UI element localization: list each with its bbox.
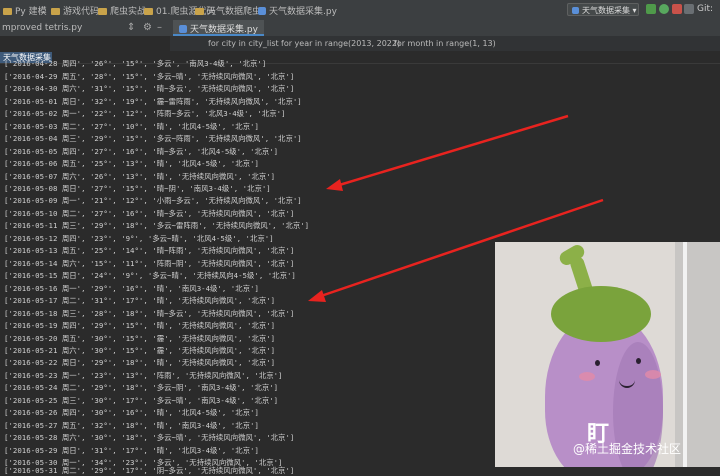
git-label[interactable]: Git:: [697, 4, 713, 14]
folder-icon: [195, 8, 204, 15]
console-line: ['2016-05-08 周日', '27°', '15°', '晴~阴', '…: [4, 184, 271, 193]
editor-tab-weather[interactable]: 天气数据采集.py: [173, 20, 264, 36]
console-line: ['2016-05-14 周六', '15°', '11°', '阵雨~阴', …: [4, 259, 295, 268]
console-line: ['2016-05-29 周日', '31°', '17°', '晴', '北风…: [4, 446, 259, 455]
project-panel-strip: [0, 36, 170, 51]
console-line: ['2016-05-01 周日', '32°', '19°', '霾~雷阵雨',…: [4, 97, 302, 106]
console-line: ['2016-05-02 周一', '22°', '12°', '阵雨~多云',…: [4, 109, 286, 118]
console-line: ['2016-05-27 周五', '32°', '18°', '晴', '南风…: [4, 421, 259, 430]
console-line: ['2016-05-03 周二', '27°', '10°', '晴', '北风…: [4, 122, 259, 131]
console-line: ['2016-05-24 周二', '29°', '18°', '多云~阴', …: [4, 383, 279, 392]
console-line: ['2016-05-15 周日', '24°', '9°', '多云~晴', '…: [4, 271, 296, 280]
nav-item-weather-file[interactable]: 天气数据采集.py: [258, 4, 337, 17]
wall-background: [675, 242, 720, 467]
folder-icon: [51, 8, 60, 15]
console-line: ['2016-05-21 周六', '30°', '15°', '霾', '无持…: [4, 346, 276, 355]
console-line: ['2016-05-25 周三', '30°', '17°', '多云~晴', …: [4, 396, 279, 405]
minimize-icon[interactable]: –: [157, 22, 162, 33]
nav-item-weather-spider[interactable]: 天气数据爬虫: [195, 4, 261, 17]
python-file-icon: [572, 7, 579, 14]
console-line: ['2016-04-28 周四', '26°', '15°', '多云', '南…: [4, 59, 267, 68]
console-line: ['2016-05-04 周三', '29°', '15°', '多云~阵雨',…: [4, 134, 302, 143]
nav-item-spider-practice[interactable]: 爬虫实战: [98, 4, 146, 17]
project-file-label[interactable]: mproved tetris.py: [2, 23, 82, 33]
breadcrumb-item[interactable]: for city in city_list: [208, 39, 279, 48]
navigation-bar: Py 建模 游戏代码 爬虫实战 01.爬虫源代码 天气数据爬虫 天气数据采集.p…: [0, 0, 720, 21]
python-file-icon: [179, 25, 187, 33]
gear-icon[interactable]: ⚙: [143, 22, 152, 33]
console-line: ['2016-05-26 周四', '30°', '16°', '晴', '北风…: [4, 408, 259, 417]
run-config-select[interactable]: 天气数据采集 ▾: [567, 3, 639, 16]
console-line: ['2016-04-29 周五', '28°', '15°', '多云~晴', …: [4, 72, 295, 81]
console-line: ['2016-05-11 周三', '29°', '18°', '多云~雷阵雨'…: [4, 221, 310, 230]
console-line: ['2016-05-17 周二', '31°', '17°', '晴', '无持…: [4, 296, 276, 305]
breadcrumb-item[interactable]: for month in range(1, 13): [394, 39, 496, 48]
search-icon[interactable]: [684, 4, 694, 14]
console-line: ['2016-05-18 周三', '28°', '18°', '晴~多云', …: [4, 309, 295, 318]
folder-icon: [144, 8, 153, 15]
console-line: ['2016-05-12 周四', '23°', '9°', '多云~晴', '…: [4, 234, 274, 243]
console-line: ['2016-05-22 周日', '29°', '18°', '晴', '无持…: [4, 358, 276, 367]
console-line: ['2016-05-10 周二', '27°', '16°', '晴~多云', …: [4, 209, 295, 218]
tool-window-header: mproved tetris.py ⇕ ⚙ –: [0, 20, 720, 37]
eggplant-cap: [551, 286, 651, 342]
console-line: ['2016-05-13 周五', '25°', '14°', '晴~阵雨', …: [4, 246, 295, 255]
console-line: ['2016-05-05 周四', '27°', '16°', '晴~多云', …: [4, 147, 279, 156]
nav-item-game-code[interactable]: 游戏代码: [51, 4, 99, 17]
stop-icon[interactable]: [672, 4, 682, 14]
cheek-right: [645, 370, 661, 379]
watermark: @稀土掘金技术社区: [573, 442, 682, 456]
console-line: ['2016-05-06 周五', '25°', '13°', '晴', '北风…: [4, 159, 259, 168]
breadcrumb-item[interactable]: for year in range(2013, 2022): [281, 39, 400, 48]
python-file-icon: [258, 7, 266, 15]
console-line: ['2016-05-19 周四', '29°', '15°', '晴', '无持…: [4, 321, 276, 330]
eye-right: [636, 358, 641, 364]
console-line: ['2016-05-07 周六', '26°', '13°', '晴', '无持…: [4, 172, 276, 181]
debug-icon[interactable]: [659, 4, 669, 14]
console-line: ['2016-05-20 周五', '30°', '15°', '霾', '无持…: [4, 334, 276, 343]
folder-icon: [3, 8, 12, 15]
console-line: ['2016-05-28 周六', '30°', '18°', '多云~晴', …: [4, 433, 295, 442]
console-line: ['2016-05-16 周一', '29°', '16°', '晴', '南风…: [4, 284, 259, 293]
console-line: ['2016-04-30 周六', '31°', '15°', '晴~多云', …: [4, 84, 295, 93]
collapse-icon[interactable]: ⇕: [127, 22, 135, 33]
eggplant-photo: 盯 @稀土掘金技术社区: [495, 242, 720, 467]
eye-left: [595, 360, 600, 366]
editor-breadcrumb: for city in city_list for year in range(…: [170, 36, 720, 51]
console-line: ['2016-05-31 周二', '29°', '17°', '阴~多云', …: [4, 466, 295, 475]
console-line: ['2016-05-23 周一', '23°', '13°', '阵雨', '无…: [4, 371, 283, 380]
folder-icon: [98, 8, 107, 15]
cheek-left: [579, 372, 595, 381]
console-line: ['2016-05-09 周一', '21°', '12°', '小雨~多云',…: [4, 196, 302, 205]
run-icon[interactable]: [646, 4, 656, 14]
wall-edge: [683, 242, 687, 467]
nav-item-py-modeling[interactable]: Py 建模: [3, 4, 47, 17]
